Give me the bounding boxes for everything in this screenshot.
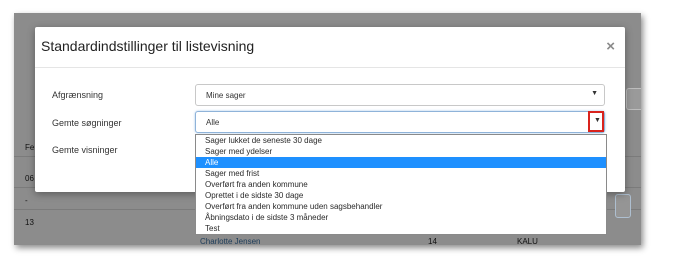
- background-cell: -: [25, 196, 28, 205]
- gemte-soegninger-label: Gemte søgninger: [52, 118, 122, 128]
- background-name-link: Charlotte Jensen: [200, 237, 261, 245]
- gemte-soegninger-select[interactable]: Alle ▼: [195, 111, 605, 133]
- dropdown-option[interactable]: Sager med ydelser: [196, 146, 606, 157]
- afgraensning-label: Afgrænsning: [52, 90, 104, 100]
- close-icon[interactable]: ×: [606, 38, 615, 55]
- background-button: [626, 88, 641, 110]
- dropdown-option[interactable]: Sager lukket de seneste 30 dage: [196, 135, 606, 146]
- dropdown-option[interactable]: Overført fra anden kommune: [196, 179, 606, 190]
- dropdown-option[interactable]: Oprettet i de sidste 30 dage: [196, 190, 606, 201]
- dropdown-option[interactable]: Sager med frist: [196, 168, 606, 179]
- gemte-visninger-label: Gemte visninger: [52, 145, 118, 155]
- dialog-header: Standardindstillinger til listevisning ×: [35, 27, 625, 68]
- background-button: [615, 194, 631, 218]
- afgraensning-select[interactable]: Mine sager ▼: [195, 84, 605, 106]
- afgraensning-value: Mine sager: [206, 91, 246, 100]
- background-code: KALU: [517, 237, 538, 245]
- dropdown-toggle-button[interactable]: ▼: [588, 111, 604, 132]
- background-number: 14: [428, 237, 437, 245]
- background-column-label: Fe: [25, 143, 35, 152]
- dropdown-option[interactable]: Åbningsdato i de sidste 3 måneder: [196, 212, 606, 223]
- dropdown-option-selected[interactable]: Alle: [196, 157, 606, 168]
- gemte-soegninger-value: Alle: [206, 118, 220, 127]
- dropdown-option[interactable]: Overført fra anden kommune uden sagsbeha…: [196, 201, 606, 212]
- background-cell: 06: [25, 174, 34, 183]
- chevron-down-icon: ▼: [591, 90, 598, 97]
- dropdown-option[interactable]: Test: [196, 223, 606, 234]
- chevron-down-icon: ▼: [594, 117, 601, 124]
- saved-searches-dropdown: Sager lukket de seneste 30 dage Sager me…: [195, 134, 607, 235]
- dialog-title: Standardindstillinger til listevisning: [41, 38, 255, 54]
- background-cell: 13: [25, 218, 34, 227]
